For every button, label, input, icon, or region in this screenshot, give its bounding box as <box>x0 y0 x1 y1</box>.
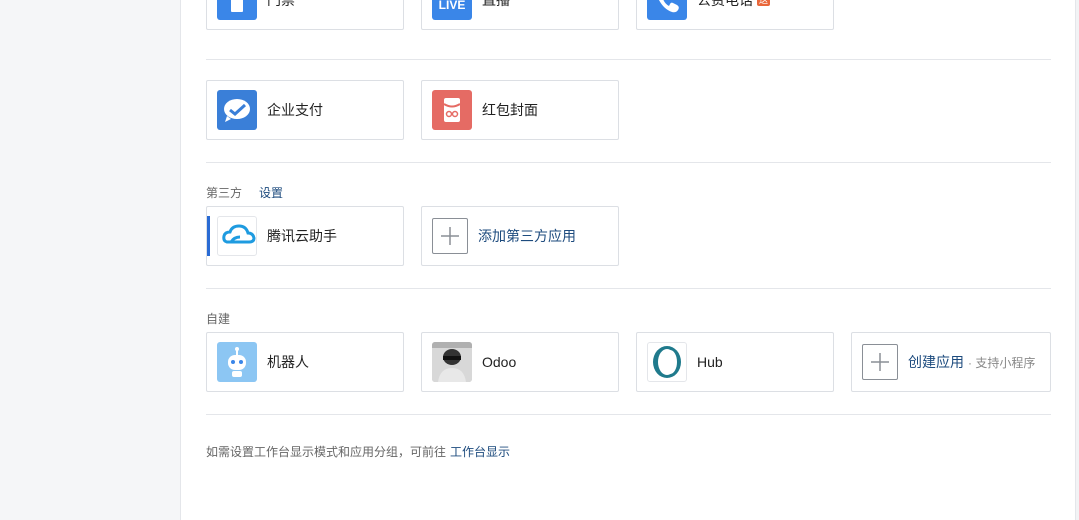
phone-icon <box>647 0 687 20</box>
gift-badge: 送 <box>757 0 771 6</box>
app-card-red-packet-cover[interactable]: 红包封面 <box>421 80 619 140</box>
app-card-live[interactable]: LIVE 直播 <box>421 0 619 30</box>
section-divider <box>206 162 1051 163</box>
app-label: Hub <box>697 354 723 370</box>
app-card-robot[interactable]: 机器人 <box>206 332 404 392</box>
section-title-third-party: 第三方 <box>206 186 243 200</box>
robot-icon <box>217 342 257 382</box>
mini-program-support-note: · 支持小程序 <box>968 355 1036 370</box>
app-label: 公费电话送 <box>697 0 771 10</box>
odoo-avatar-icon <box>432 342 472 382</box>
app-card-hub[interactable]: Hub <box>636 332 834 392</box>
hub-icon <box>647 342 687 382</box>
app-card-tencent-cloud-assistant[interactable]: 腾讯云助手 <box>206 206 404 266</box>
section-title-self-built: 自建 <box>206 312 231 326</box>
add-third-party-app-button[interactable]: 添加第三方应用 <box>421 206 619 266</box>
app-card-door-access[interactable]: 门禁 <box>206 0 404 30</box>
section-divider <box>206 59 1051 60</box>
live-icon: LIVE <box>432 0 472 20</box>
door-access-icon <box>217 0 257 20</box>
section-divider <box>206 414 1051 415</box>
workbench-display-link[interactable]: 工作台显示 <box>450 445 510 459</box>
create-app-button[interactable]: 创建应用 · 支持小程序 <box>851 332 1051 392</box>
app-management-panel: 门禁 LIVE 直播 公费电话送 企业支付 红包封面 第三方 设置 腾讯云助手 <box>206 0 1051 520</box>
app-label: 门禁 <box>267 0 295 8</box>
footer-note: 如需设置工作台显示模式和应用分组，可前往 工作台显示 <box>206 445 511 459</box>
third-party-settings-link[interactable]: 设置 <box>259 184 283 201</box>
app-label: 创建应用 <box>908 354 964 370</box>
left-sidebar <box>0 0 181 520</box>
scrollbar-track[interactable] <box>1075 0 1079 520</box>
app-card-paid-phone[interactable]: 公费电话送 <box>636 0 834 30</box>
active-indicator <box>207 216 210 256</box>
app-label: 添加第三方应用 <box>478 228 576 244</box>
app-label: 机器人 <box>267 354 309 370</box>
app-label: Odoo <box>482 354 517 370</box>
app-card-odoo[interactable]: Odoo <box>421 332 619 392</box>
app-label: 红包封面 <box>482 102 538 118</box>
section-divider <box>206 288 1051 289</box>
app-label: 腾讯云助手 <box>267 228 337 244</box>
tencent-cloud-icon <box>217 216 257 256</box>
app-label: 企业支付 <box>267 102 323 118</box>
red-packet-icon <box>432 90 472 130</box>
wecom-pay-icon <box>217 90 257 130</box>
plus-icon <box>432 218 468 254</box>
app-label: 直播 <box>482 0 510 8</box>
plus-icon <box>862 344 898 380</box>
app-card-enterprise-pay[interactable]: 企业支付 <box>206 80 404 140</box>
